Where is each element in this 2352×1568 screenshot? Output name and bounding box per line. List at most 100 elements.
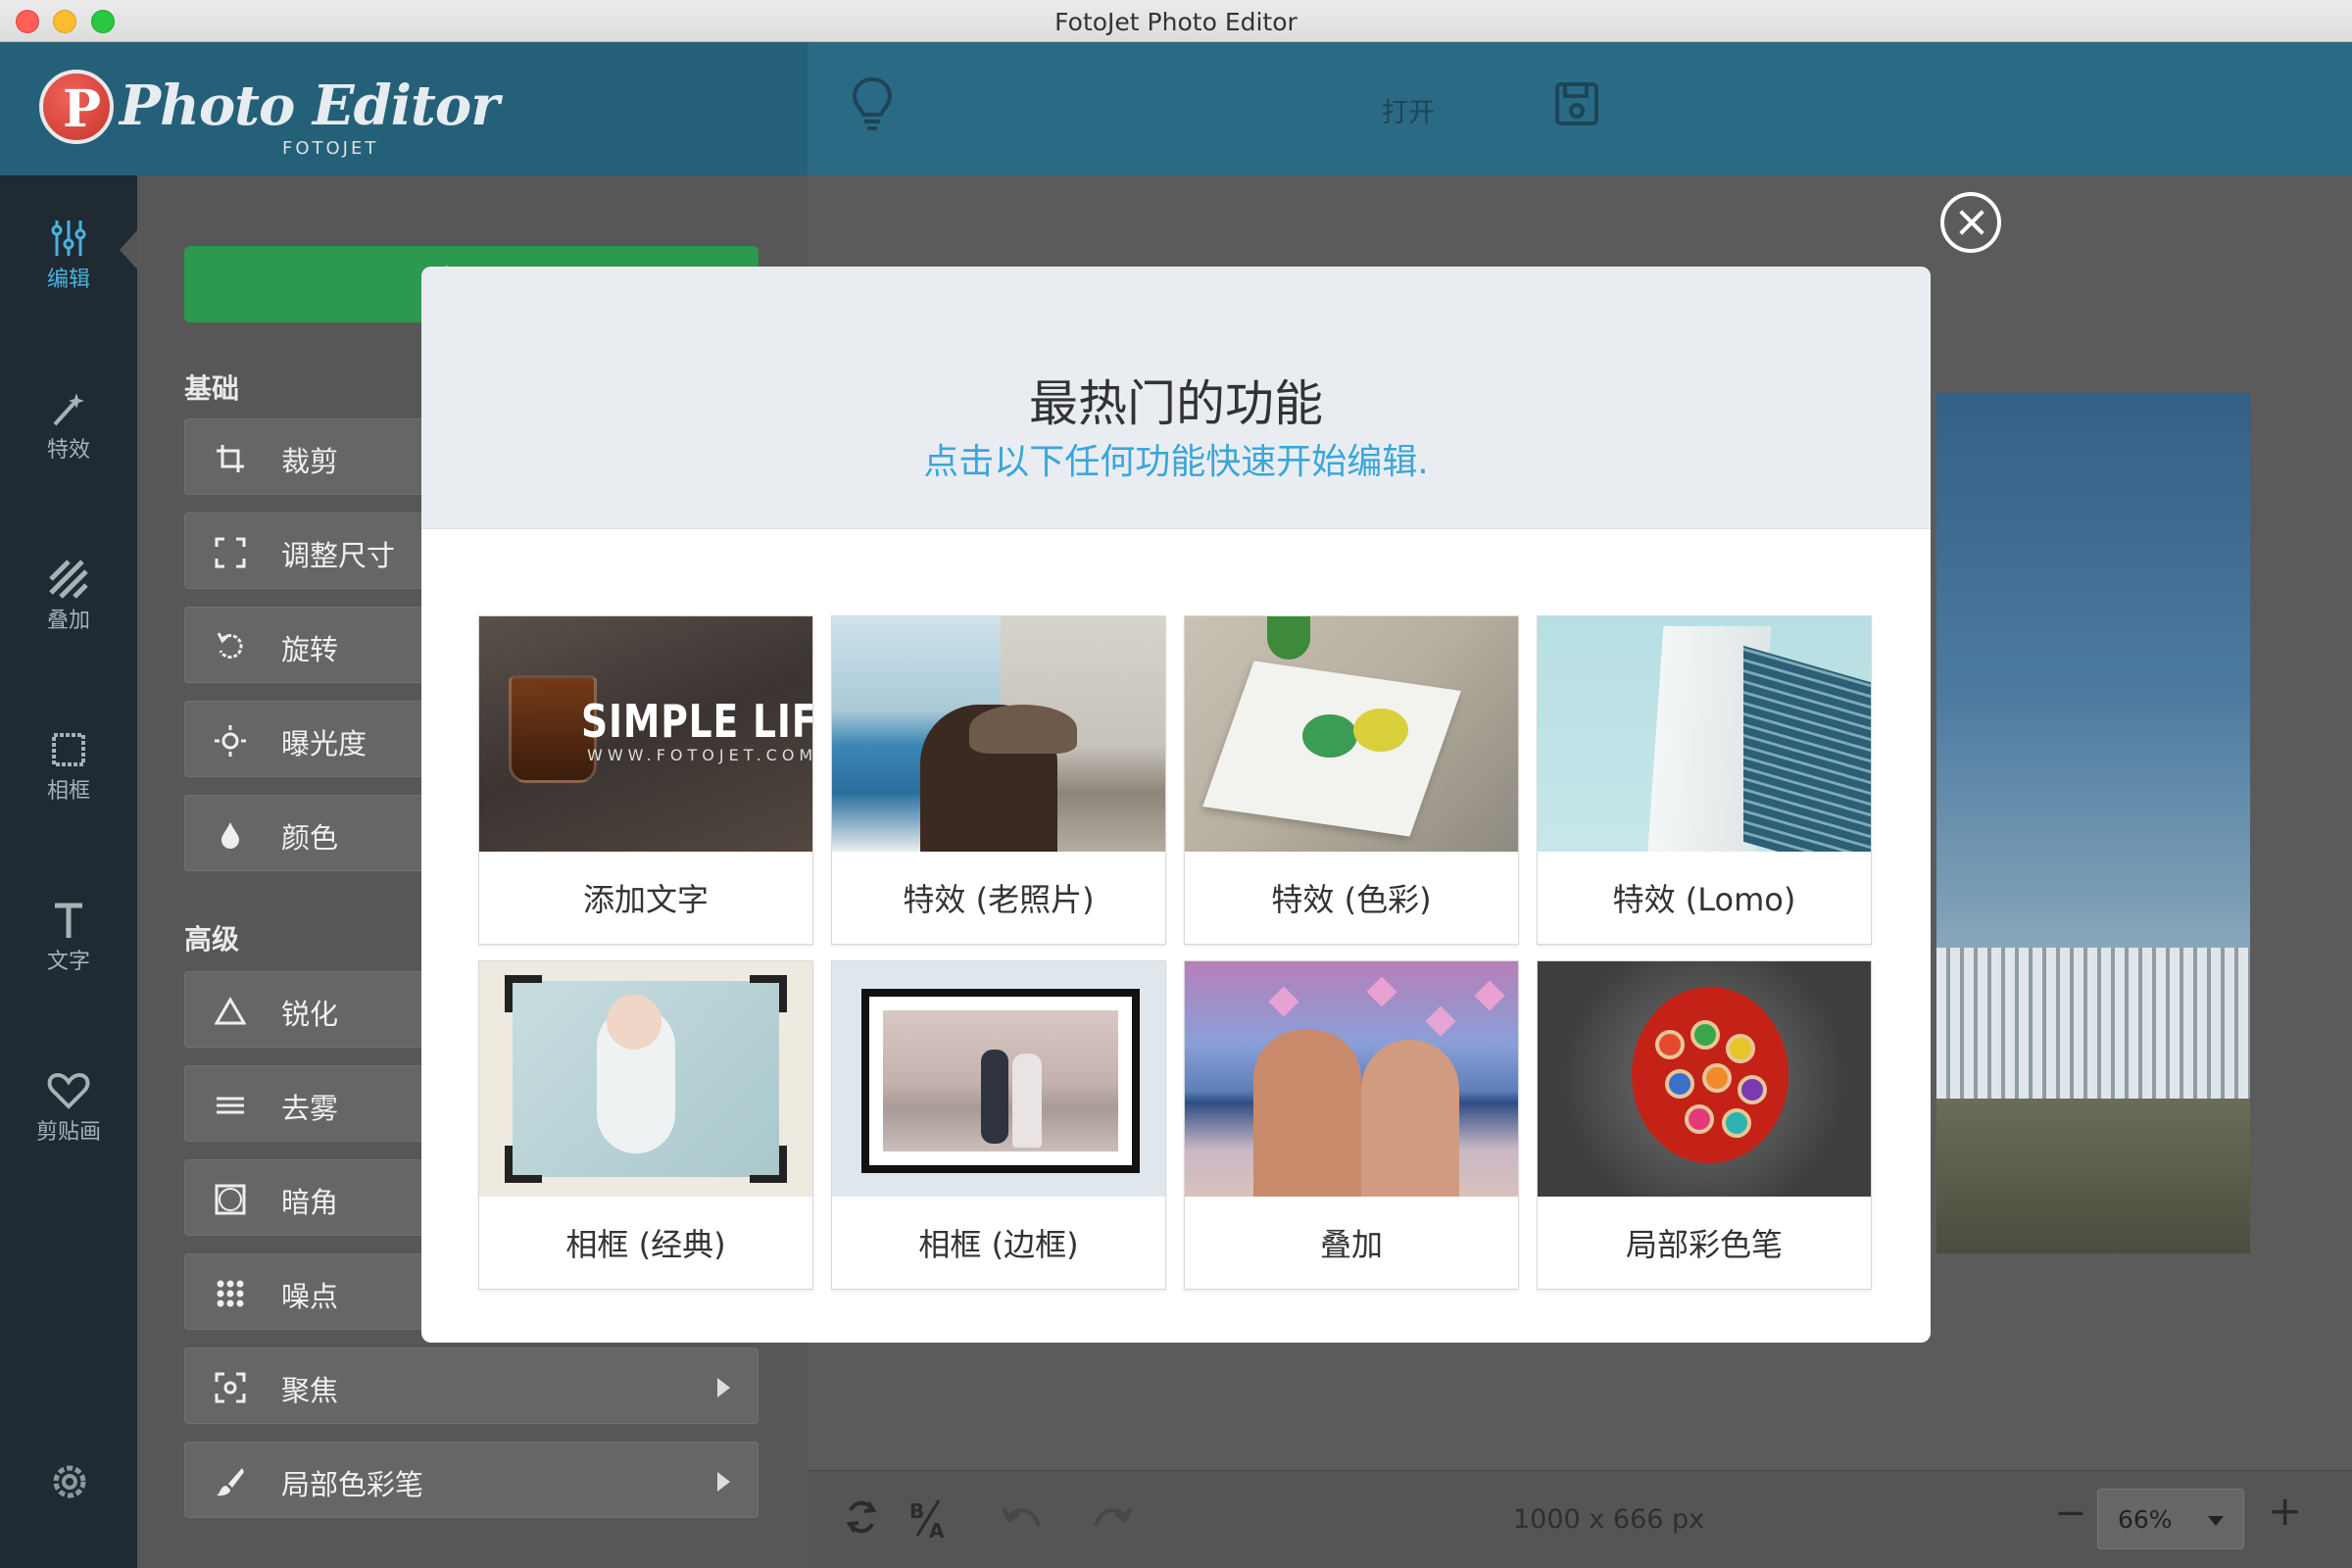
resize-icon — [215, 537, 246, 568]
triangle-icon — [215, 997, 246, 1025]
tool-label: 颜色 — [281, 821, 339, 855]
heart-icon — [47, 1072, 90, 1109]
zoom-select[interactable]: 66% — [2097, 1489, 2244, 1549]
undo-icon[interactable] — [1000, 1496, 1043, 1540]
nav-item-overlay[interactable]: 叠加 — [0, 560, 137, 677]
feature-card-overlay[interactable]: 叠加 — [1184, 960, 1519, 1290]
modal-subtitle: 点击以下任何功能快速开始编辑. — [923, 442, 1429, 482]
nav-item-edit[interactable]: 编辑 — [0, 219, 137, 336]
rotate-icon — [217, 632, 243, 659]
tool-label: 去雾 — [281, 1092, 339, 1125]
chevron-down-icon — [2208, 1516, 2224, 1526]
tool-label: 聚焦 — [281, 1374, 339, 1407]
editing-photo[interactable] — [1936, 393, 2250, 1253]
modal-header: 最热门的功能 点击以下任何功能快速开始编辑. — [421, 267, 1931, 529]
section-label-basic: 基础 — [184, 372, 240, 405]
feature-card-color-effect[interactable]: 特效 (色彩) — [1184, 615, 1519, 945]
active-indicator — [120, 230, 137, 270]
expand-arrow-icon — [717, 1472, 730, 1492]
header-toolbar: 打开 — [808, 42, 2352, 175]
logo-badge-icon: P — [39, 70, 114, 144]
tool-label: 旋转 — [281, 633, 339, 666]
brush-icon — [217, 1468, 244, 1496]
nav-label: 相框 — [46, 779, 90, 804]
logo-text: Photo Editor — [120, 74, 500, 138]
photo-fence — [1936, 948, 2250, 1124]
card-label: 特效 (色彩) — [1271, 881, 1432, 918]
feature-card-color-splash[interactable]: 局部彩色笔 — [1537, 960, 1872, 1290]
feature-card-old-photo[interactable]: 特效 (老照片) — [831, 615, 1166, 945]
logo-subtext: FOTOJET — [282, 138, 379, 159]
vignette-icon — [215, 1184, 246, 1215]
zoom-out-button[interactable]: − — [2054, 1491, 2087, 1536]
feature-card-lomo[interactable]: 特效 (Lomo) — [1537, 615, 1872, 945]
bottom-toolbar: B A 1000 x 666 px − 66% + — [808, 1470, 2352, 1568]
tool-label: 调整尺寸 — [281, 539, 396, 572]
nav-label: 编辑 — [46, 268, 90, 292]
nav-label: 剪贴画 — [35, 1120, 101, 1145]
thumbnail-image — [479, 961, 812, 1197]
crop-icon — [217, 445, 244, 472]
redo-icon[interactable] — [1092, 1496, 1135, 1540]
photo-ground — [1936, 1099, 2250, 1253]
thumbnail-image — [832, 616, 1165, 852]
window-title: FotoJet Photo Editor — [1054, 8, 1298, 36]
lightbulb-icon[interactable] — [851, 75, 894, 134]
svg-text:B: B — [909, 1499, 924, 1523]
tool-label: 噪点 — [281, 1280, 339, 1313]
nav-item-text[interactable]: 文字 — [0, 901, 137, 1018]
tool-color-splash[interactable]: 局部色彩笔 — [184, 1442, 759, 1518]
lines-icon — [217, 1097, 244, 1114]
nav-item-clipart[interactable]: 剪贴画 — [0, 1071, 137, 1189]
popular-features-modal: 最热门的功能 点击以下任何功能快速开始编辑. SIMPLE LIFE WWW.F… — [421, 267, 1931, 1343]
frame-icon — [52, 733, 85, 766]
tool-label: 锐化 — [281, 998, 339, 1031]
zoom-value: 66% — [2118, 1505, 2173, 1534]
reset-icon[interactable] — [841, 1496, 882, 1538]
magic-wand-icon — [53, 393, 84, 426]
nav-item-frame[interactable]: 相框 — [0, 730, 137, 848]
thumbnail-image — [1538, 961, 1871, 1197]
card-label: 局部彩色笔 — [1625, 1226, 1783, 1263]
thumbnail-subtext: WWW.FOTOJET.COM — [587, 746, 812, 764]
feature-card-add-text[interactable]: SIMPLE LIFE WWW.FOTOJET.COM 添加文字 — [478, 615, 813, 945]
close-modal-icon[interactable] — [1940, 192, 2001, 253]
nav-label: 叠加 — [46, 609, 90, 633]
thumbnail-image — [1185, 961, 1518, 1197]
tool-label: 曝光度 — [281, 727, 368, 760]
app-logo: P Photo Editor FOTOJET — [39, 70, 500, 159]
settings-gear-icon[interactable] — [47, 1459, 92, 1504]
left-navigation: 编辑 特效 叠加 相框 文字 剪贴画 — [0, 175, 137, 1568]
tool-label: 暗角 — [281, 1186, 339, 1219]
sun-icon — [215, 725, 246, 757]
text-icon — [55, 903, 82, 938]
tool-focus[interactable]: 聚焦 — [184, 1348, 759, 1424]
thumbnail-image — [1538, 616, 1871, 852]
feature-card-classic-frame[interactable]: 相框 (经典) — [478, 960, 813, 1290]
section-label-advanced: 高级 — [184, 923, 240, 956]
app-header: P Photo Editor FOTOJET 打开 — [0, 42, 2352, 175]
thumbnail-image: SIMPLE LIFE WWW.FOTOJET.COM — [479, 616, 812, 852]
save-icon[interactable] — [1554, 81, 1599, 126]
nav-label: 特效 — [46, 438, 90, 463]
thumbnail-image — [832, 961, 1165, 1197]
focus-icon — [215, 1372, 246, 1403]
image-size-readout: 1000 x 666 px — [1513, 1504, 1705, 1535]
card-label: 特效 (Lomo) — [1612, 881, 1796, 918]
feature-card-border-frame[interactable]: 相框 (边框) — [831, 960, 1166, 1290]
card-label: 相框 (边框) — [918, 1226, 1079, 1263]
expand-arrow-icon — [717, 1378, 730, 1397]
svg-text:A: A — [929, 1519, 945, 1540]
thumbnail-image — [1185, 616, 1518, 852]
dots-icon — [217, 1280, 244, 1307]
window-titlebar: FotoJet Photo Editor — [0, 0, 2352, 42]
modal-title: 最热门的功能 — [1029, 375, 1323, 432]
stripes-icon — [49, 560, 88, 599]
open-button[interactable]: 打开 — [1382, 91, 1435, 129]
before-after-icon[interactable]: B A — [907, 1496, 951, 1540]
card-label: 特效 (老照片) — [903, 881, 1095, 918]
nav-label: 文字 — [46, 950, 90, 974]
nav-item-effects[interactable]: 特效 — [0, 389, 137, 507]
zoom-in-button[interactable]: + — [2268, 1487, 2302, 1535]
drop-icon — [221, 822, 239, 849]
